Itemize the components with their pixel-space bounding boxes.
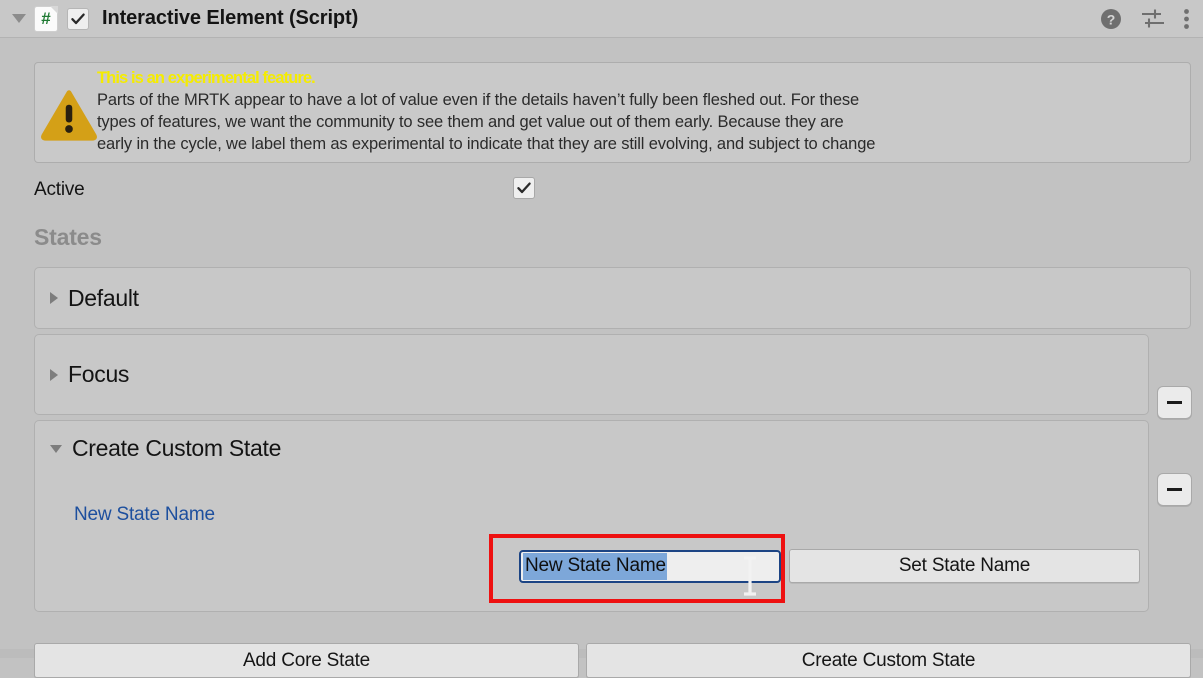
script-hash-glyph: # [41,8,51,28]
component-header: # Interactive Element (Script) ? [0,0,1203,37]
state-panel-default[interactable]: Default [34,267,1191,329]
state-label-default: Default [68,284,139,311]
warning-body: Parts of the MRTK appear to have a lot o… [97,91,876,153]
state-panel-create-custom-state[interactable]: Create Custom State New State Name [34,420,1149,612]
minus-icon [1167,488,1182,491]
active-checkbox[interactable] [513,177,535,199]
state-label-focus: Focus [68,361,130,387]
states-heading: States [34,224,102,250]
new-state-name-input-value: New State Name [523,553,667,580]
new-state-name-label[interactable]: New State Name [74,504,215,526]
triangle-down-icon [12,14,26,23]
triangle-down-icon [50,444,62,453]
new-state-name-input[interactable]: New State Name [519,550,781,583]
warning-title: This is an experimental feature. [97,69,316,87]
checkmark-icon [517,182,531,194]
component-title: Interactive Element (Script) [102,7,359,29]
new-state-name-row: New State Name [35,495,1148,537]
kebab-menu-icon[interactable] [1183,8,1190,30]
state-foldout-default[interactable]: Default [35,268,1190,328]
state-foldout-focus[interactable]: Focus [35,335,1148,414]
state-label-create-custom-state: Create Custom State [72,435,282,461]
remove-state-button-focus[interactable] [1157,386,1192,419]
header-divider [0,37,1203,38]
preset-sliders-icon[interactable] [1140,8,1166,30]
triangle-right-icon [50,368,58,381]
experimental-warning-box: This is an experimental feature. Parts o… [34,62,1191,163]
remove-state-button-create-custom-state[interactable] [1157,473,1192,506]
minus-icon [1167,401,1182,404]
inspector-body: This is an experimental feature. Parts o… [0,37,1203,678]
component-foldout-toggle[interactable] [8,8,30,30]
help-icon[interactable]: ? [1099,7,1123,31]
checkmark-icon [71,12,85,24]
set-state-name-button[interactable]: Set State Name [789,549,1140,583]
triangle-right-icon [50,292,58,304]
component-enabled-checkbox[interactable] [67,7,89,30]
state-foldout-create-custom-state[interactable]: Create Custom State [50,435,281,462]
warning-triangle-icon [41,87,97,143]
state-panel-focus[interactable]: Focus [34,334,1149,415]
script-hash-icon[interactable]: # [34,5,58,32]
warning-text-block: This is an experimental feature. Parts o… [97,68,1190,155]
add-core-state-button[interactable]: Add Core State [34,643,579,678]
active-property-row: Active [34,177,1191,203]
svg-text:?: ? [1107,11,1116,27]
header-actions: ? [1099,7,1194,31]
create-custom-state-button[interactable]: Create Custom State [586,643,1191,678]
active-label: Active [34,179,85,200]
